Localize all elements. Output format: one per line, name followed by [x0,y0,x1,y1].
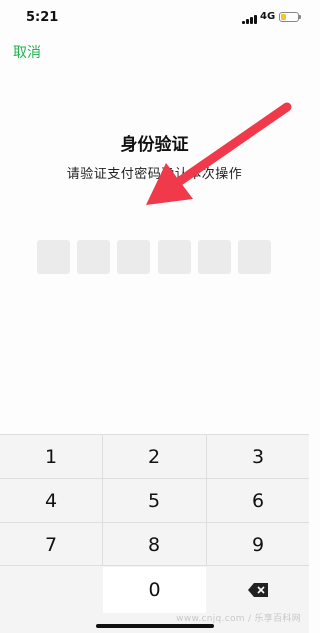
key-9[interactable]: 9 [207,523,309,566]
key-5[interactable]: 5 [103,479,205,522]
key-3[interactable]: 3 [207,435,309,478]
pin-digit-box[interactable] [37,240,70,274]
pin-digit-box[interactable] [198,240,231,274]
battery-icon [279,12,301,22]
status-time: 5:21 [26,10,59,25]
key-7[interactable]: 7 [0,523,102,566]
delete-key[interactable] [207,567,309,613]
pin-digit-box[interactable] [158,240,191,274]
number-keypad: 1 2 3 4 5 6 7 8 9 0 [0,434,309,633]
key-1[interactable]: 1 [0,435,102,478]
key-2[interactable]: 2 [103,435,205,478]
key-0[interactable]: 0 [103,567,206,613]
signal-strength-icon [242,14,260,24]
pin-digit-box[interactable] [238,240,271,274]
page-title: 身份验证 [120,135,189,155]
pin-digit-box[interactable] [117,240,150,274]
page-subtitle: 请验证支付密码确认本次操作 [66,167,243,182]
backspace-icon [248,583,268,597]
pin-digit-box[interactable] [77,240,110,274]
network-type: 4G [260,11,276,22]
cancel-button[interactable]: 取消 [13,42,41,62]
key-8[interactable]: 8 [103,523,205,566]
key-4[interactable]: 4 [0,479,102,522]
watermark: www.cnjq.com / 乐享百科网 [176,614,301,624]
status-bar: 5:21 4G [0,0,309,36]
key-6[interactable]: 6 [207,479,309,522]
home-indicator[interactable] [96,624,214,628]
